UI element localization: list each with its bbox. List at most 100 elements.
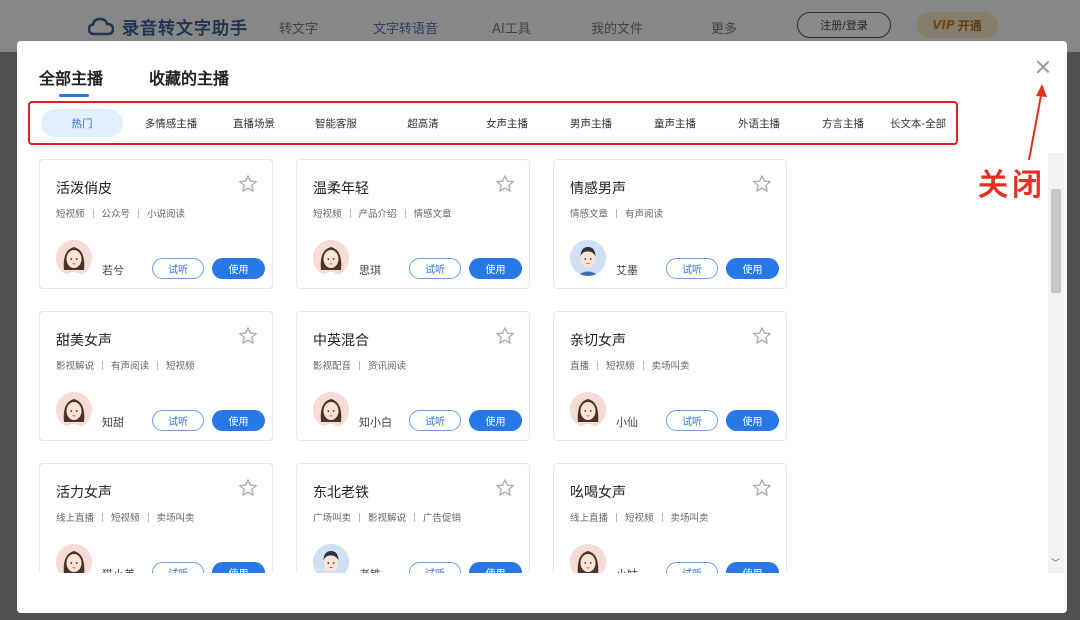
star-outline-icon[interactable] <box>752 326 772 346</box>
tab-favorite-voices[interactable]: 收藏的主播 <box>149 65 229 97</box>
voice-card[interactable]: 活泼俏皮 短视频 公众号 小说阅读 若兮 试听 使用 <box>39 159 273 289</box>
tag-separator <box>92 208 94 218</box>
voice-card[interactable]: 温柔年轻 短视频 产品介绍 情感文章 思琪 试听 使用 <box>296 159 530 289</box>
category-customer-service[interactable]: 智能客服 <box>289 109 383 137</box>
voice-card-tags: 广场叫卖 影视解说 广告促销 <box>313 510 461 524</box>
voice-card[interactable]: 亲切女声 直播 短视频 卖场叫卖 小仙 试听 使用 <box>553 311 787 441</box>
voice-tag: 小说阅读 <box>147 209 186 220</box>
star-outline-icon[interactable] <box>238 478 258 498</box>
voice-card-tags: 情感文章 有声阅读 <box>570 206 663 220</box>
use-button[interactable]: 使用 <box>469 258 522 279</box>
category-male[interactable]: 男声主播 <box>551 109 631 137</box>
voice-tag: 影视解说 <box>368 513 407 524</box>
voice-name: 小仙 <box>616 416 638 429</box>
avatar-female <box>313 240 349 276</box>
voice-name: 艾墨 <box>616 264 638 277</box>
category-live-stream[interactable]: 直播场景 <box>219 109 289 137</box>
voice-tag: 短视频 <box>313 209 342 220</box>
use-button[interactable]: 使用 <box>469 410 522 431</box>
category-foreign[interactable]: 外语主播 <box>719 109 799 137</box>
category-long-text[interactable]: 长文本-全部 <box>887 109 949 137</box>
voice-card-tags: 短视频 公众号 小说阅读 <box>56 206 185 220</box>
voice-tag: 短视频 <box>111 513 140 524</box>
avatar-female <box>56 240 92 276</box>
voice-card-tags: 直播 短视频 卖场叫卖 <box>570 358 690 372</box>
scroll-thumb[interactable] <box>1051 189 1061 293</box>
voice-tag: 线上直播 <box>570 513 609 524</box>
category-emotional[interactable]: 多情感主播 <box>123 109 219 137</box>
listen-button[interactable]: 试听 <box>409 258 461 279</box>
avatar-female <box>570 544 606 573</box>
listen-button[interactable]: 试听 <box>666 410 718 431</box>
voice-card[interactable]: 活力女声 线上直播 短视频 卖场叫卖 猫小美 试听 使用 <box>39 463 273 573</box>
voice-tag: 情感文章 <box>570 209 609 220</box>
voice-name: 知小白 <box>359 416 392 429</box>
tag-separator <box>138 208 140 218</box>
use-button[interactable]: 使用 <box>726 258 779 279</box>
star-outline-icon[interactable] <box>495 478 515 498</box>
voice-card[interactable]: 吆喝女声 线上直播 短视频 卖场叫卖 小姑 试听 使用 <box>553 463 787 573</box>
voice-card-tags: 线上直播 短视频 卖场叫卖 <box>56 510 195 524</box>
listen-button[interactable]: 试听 <box>409 410 461 431</box>
voice-card-title: 情感男声 <box>570 181 626 197</box>
listen-button[interactable]: 试听 <box>152 562 204 573</box>
category-dialect[interactable]: 方言主播 <box>799 109 887 137</box>
tag-separator <box>157 360 159 370</box>
voice-tag: 广场叫卖 <box>313 513 352 524</box>
voice-card-tags: 短视频 产品介绍 情感文章 <box>313 206 452 220</box>
category-hot[interactable]: 热门 <box>41 109 123 137</box>
tag-separator <box>359 512 361 522</box>
voice-tag: 影视解说 <box>56 361 95 372</box>
voice-card[interactable]: 情感男声 情感文章 有声阅读 艾墨 试听 使用 <box>553 159 787 289</box>
voice-tag: 公众号 <box>101 209 131 220</box>
use-button[interactable]: 使用 <box>726 562 779 573</box>
voice-card-tags: 影视解说 有声阅读 短视频 <box>56 358 195 372</box>
star-outline-icon[interactable] <box>495 174 515 194</box>
voice-card-title: 亲切女声 <box>570 333 626 349</box>
use-button[interactable]: 使用 <box>469 562 522 573</box>
listen-button[interactable]: 试听 <box>666 562 718 573</box>
voice-card[interactable]: 中英混合 影视配音 资讯阅读 知小白 试听 使用 <box>296 311 530 441</box>
star-outline-icon[interactable] <box>495 326 515 346</box>
category-child[interactable]: 童声主播 <box>631 109 719 137</box>
voice-tag: 卖场叫卖 <box>156 513 195 524</box>
voice-name: 小姑 <box>616 566 638 573</box>
star-outline-icon[interactable] <box>238 326 258 346</box>
star-outline-icon[interactable] <box>752 174 772 194</box>
voice-name: 思琪 <box>359 264 381 277</box>
category-female[interactable]: 女声主播 <box>463 109 551 137</box>
voice-card-grid: 活泼俏皮 短视频 公众号 小说阅读 若兮 试听 使用 温柔年轻 短视频 产品介绍 情感文… <box>17 153 1047 573</box>
card-scrollbar[interactable]: ﹀ <box>1048 153 1064 573</box>
voice-card-title: 东北老铁 <box>313 485 369 501</box>
annotation-close-label: 关闭 <box>978 168 1046 203</box>
close-icon[interactable] <box>1033 57 1053 77</box>
listen-button[interactable]: 试听 <box>409 562 461 573</box>
tag-separator <box>359 360 361 370</box>
category-ultra-hd[interactable]: 超高清 <box>383 109 463 137</box>
listen-button[interactable]: 试听 <box>666 258 718 279</box>
voice-tag: 直播 <box>570 361 590 372</box>
star-outline-icon[interactable] <box>238 174 258 194</box>
use-button[interactable]: 使用 <box>212 258 265 279</box>
category-bar: 热门 多情感主播 直播场景 智能客服 超高清 女声主播 男声主播 童声主播 外语… <box>41 108 949 138</box>
avatar-male <box>570 240 606 276</box>
voice-selector-modal: 全部主播 收藏的主播 热门 多情感主播 直播场景 智能客服 超高清 女声主播 男… <box>17 41 1067 613</box>
voice-tag: 资讯阅读 <box>368 361 407 372</box>
listen-button[interactable]: 试听 <box>152 258 204 279</box>
voice-tag: 短视频 <box>56 209 85 220</box>
use-button[interactable]: 使用 <box>726 410 779 431</box>
voice-tag: 短视频 <box>166 361 195 372</box>
use-button[interactable]: 使用 <box>212 410 265 431</box>
chevron-down-icon[interactable]: ﹀ <box>1051 556 1060 569</box>
voice-tag: 线上直播 <box>56 513 95 524</box>
voice-tag: 产品介绍 <box>358 209 397 220</box>
tab-all-voices[interactable]: 全部主播 <box>39 65 103 97</box>
tag-separator <box>404 208 406 218</box>
voice-card[interactable]: 东北老铁 广场叫卖 影视解说 广告促销 老铁 试听 使用 <box>296 463 530 573</box>
annotation-arrow-icon <box>1028 84 1047 161</box>
voice-card-title: 中英混合 <box>313 333 369 349</box>
voice-card[interactable]: 甜美女声 影视解说 有声阅读 短视频 知甜 试听 使用 <box>39 311 273 441</box>
star-outline-icon[interactable] <box>752 478 772 498</box>
use-button[interactable]: 使用 <box>212 562 265 573</box>
listen-button[interactable]: 试听 <box>152 410 204 431</box>
